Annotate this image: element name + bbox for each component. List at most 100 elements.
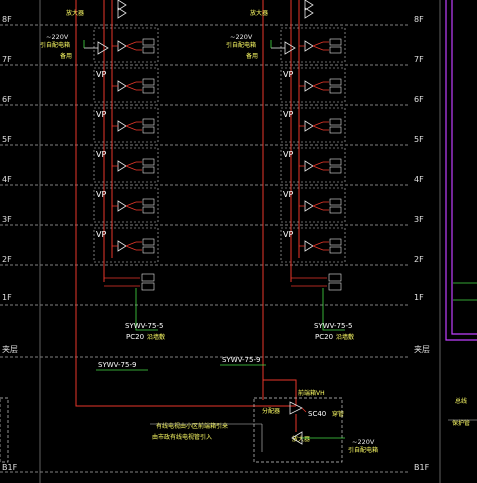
left-power-note: 引自配电箱 — [40, 41, 70, 49]
tap-branch — [312, 245, 324, 251]
floor-labels: 8F 7F 6F 5F 4F 3F 2F 1F 夹层 B1F 8F 7F 6F … — [2, 15, 430, 472]
cad-drawing: 8F 7F 6F 5F 4F 3F 2F 1F 夹层 B1F 8F 7F 6F … — [0, 0, 477, 483]
floor-label-8f-right: 8F — [414, 15, 424, 24]
risers: VP VP VP VP VP VP VP VP VP VP — [75, 0, 346, 400]
right-edge-note1: 总线 — [455, 397, 467, 405]
tv-outlet-icon — [142, 46, 155, 54]
splitter-icon — [304, 120, 314, 132]
splitter-icon — [304, 200, 314, 212]
left-power-note2: 备用 — [60, 52, 72, 60]
splitter-icon — [117, 120, 127, 132]
floor-label-3f-right: 3F — [414, 215, 424, 224]
vp-label: VP — [96, 230, 106, 239]
vp-label: VP — [96, 150, 106, 159]
vp-label: VP — [96, 110, 106, 119]
floor-label-mezzanine: 夹层 — [2, 344, 18, 354]
headend-power-note: 引自配电箱 — [348, 446, 378, 454]
riser-diagram-canvas: 8F 7F 6F 5F 4F 3F 2F 1F 夹层 B1F 8F 7F 6F … — [0, 0, 477, 483]
splitter-icon — [304, 40, 314, 52]
tap-branch — [125, 205, 137, 211]
tv-outlet-icon — [142, 38, 155, 46]
tap-branch — [125, 201, 137, 207]
tap-branch — [312, 121, 324, 127]
tap-branch — [125, 45, 137, 51]
tv-outlet-icon — [142, 78, 155, 86]
floor-label-1f-right: 1F — [414, 293, 424, 302]
amplifier-icon — [284, 41, 296, 55]
tv-outlet-icon — [142, 158, 155, 166]
splitter-icon — [117, 40, 127, 52]
tap-branch — [312, 125, 324, 131]
right-conduit-label: PC20 — [315, 333, 333, 341]
side-box — [0, 397, 9, 463]
tap-branch — [312, 165, 324, 171]
tv-outlet-icon — [329, 158, 342, 166]
headend-annotations: 前端箱VH 分配器 SC40 穿管 放大器 ~220V 引自配电箱 有线电视由小… — [152, 389, 378, 454]
tv-outlet-icon — [329, 38, 342, 46]
tap-branch — [125, 125, 137, 131]
right-power-note2: 备用 — [246, 52, 258, 60]
tv-outlet-icon — [329, 126, 342, 134]
vp-label: VP — [283, 70, 293, 79]
splitter-icon — [117, 160, 127, 172]
headend-box — [150, 397, 345, 463]
magenta-frame — [451, 0, 477, 335]
tap-branch — [125, 161, 137, 167]
tv-outlet-icon — [329, 206, 342, 214]
splitter-icon — [304, 160, 314, 172]
tap-branch — [312, 81, 324, 87]
tap-branch — [125, 245, 137, 251]
tap-branch — [125, 241, 137, 247]
trunk-left-label: SYWV-75-9 — [98, 361, 136, 369]
left-conduit-note: 沿墙敷 — [147, 333, 165, 341]
tv-outlet-icon — [142, 166, 155, 174]
tv-outlet-icon — [141, 282, 155, 291]
tv-outlet-icon — [142, 118, 155, 126]
floor-label-8f: 8F — [2, 15, 12, 24]
floor-label-1f: 1F — [2, 293, 12, 302]
splitter-icon — [117, 240, 127, 252]
floor-label-4f: 4F — [2, 175, 12, 184]
tv-outlet-icon — [329, 46, 342, 54]
vp-label: VP — [96, 70, 106, 79]
adjacent-frame — [445, 0, 477, 421]
floor-label-2f-right: 2F — [414, 255, 424, 264]
vp-label: VP — [283, 110, 293, 119]
right-riser-annotations: 放大器 ~220V 引自配电箱 备用 SYWV-75-5 PC20 沿墙敷 — [226, 9, 354, 341]
splitter-icon — [304, 80, 314, 92]
tv-outlet-icon — [329, 198, 342, 206]
floor-label-b1f: B1F — [2, 463, 18, 472]
tv-outlet-icon — [329, 166, 342, 174]
headend-title: 前端箱VH — [298, 389, 325, 397]
tap-branch — [125, 121, 137, 127]
floor-label-7f: 7F — [2, 55, 12, 64]
left-cable-label: SYWV-75-5 — [125, 322, 163, 330]
floor-label-5f-right: 5F — [414, 135, 424, 144]
tv-outlet-icon — [142, 246, 155, 254]
tv-outlet-icon — [142, 126, 155, 134]
magenta-frame — [445, 0, 477, 341]
floor-label-mezzanine-right: 夹层 — [414, 344, 430, 354]
right-conduit-note: 沿墙敷 — [336, 333, 354, 341]
right-power-label: ~220V — [230, 33, 253, 41]
tv-outlet-icon — [142, 86, 155, 94]
floor-label-6f: 6F — [2, 95, 12, 104]
floor-label-6f-right: 6F — [414, 95, 424, 104]
vp-label: VP — [96, 190, 106, 199]
floor-label-7f-right: 7F — [414, 55, 424, 64]
splitter-icon — [117, 80, 127, 92]
right-cable-label: SYWV-75-5 — [314, 322, 352, 330]
amplifier-icon — [97, 41, 109, 55]
floor-label-4f-right: 4F — [414, 175, 424, 184]
left-riser-annotations: 放大器 ~220V 引自配电箱 备用 SYWV-75-5 PC20 沿墙敷 — [40, 9, 165, 341]
tap-branch — [312, 45, 324, 51]
headend-line — [301, 407, 307, 413]
left-conduit-label: PC20 — [126, 333, 144, 341]
tv-outlet-icon — [329, 118, 342, 126]
tap-branch — [125, 85, 137, 91]
floor-label-2f: 2F — [2, 255, 12, 264]
splitter-icon — [117, 200, 127, 212]
tv-outlet-icon — [328, 282, 342, 291]
floor-lines — [0, 24, 410, 473]
tv-outlet-icon — [142, 198, 155, 206]
